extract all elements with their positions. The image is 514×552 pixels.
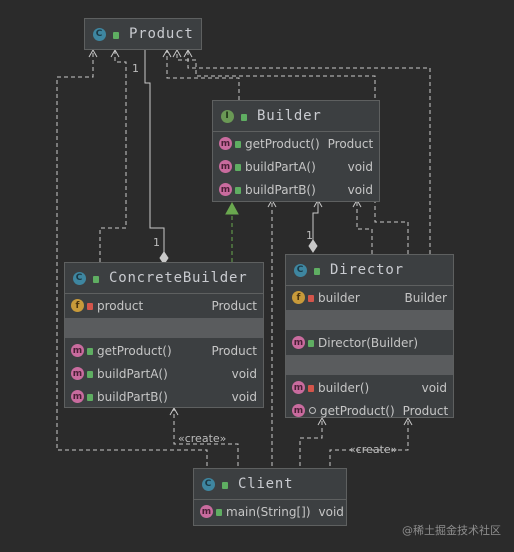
return-type: Product bbox=[327, 136, 374, 151]
package-visibility-icon bbox=[309, 407, 316, 414]
return-type: Product bbox=[211, 343, 257, 358]
client-class[interactable]: C Client m main(String[]) void bbox=[193, 468, 347, 526]
interface-icon: I bbox=[221, 109, 234, 123]
watermark: @稀土掘金技术社区 bbox=[402, 524, 501, 537]
class-name: Builder bbox=[257, 108, 322, 124]
method-row[interactable]: m buildPartA() void bbox=[213, 155, 379, 178]
product-class[interactable]: C Product bbox=[84, 18, 202, 50]
class-name: ConcreteBuilder bbox=[109, 270, 248, 286]
builder-interface[interactable]: I Builder m getProduct() Product m build… bbox=[212, 100, 380, 202]
create-stereotype-label: «create» bbox=[349, 443, 398, 456]
method-icon: m bbox=[292, 381, 305, 394]
constructor-row[interactable]: m Director(Builder) bbox=[286, 331, 453, 354]
public-visibility-icon bbox=[87, 394, 93, 401]
method-name: main(String[]) bbox=[226, 504, 311, 519]
edge-director-to-builder bbox=[312, 200, 319, 240]
multiplicity-label: 1 bbox=[306, 229, 313, 242]
method-name: buildPartA() bbox=[245, 159, 316, 174]
public-visibility-icon bbox=[87, 371, 93, 378]
method-row[interactable]: m buildPartB() void bbox=[65, 385, 263, 408]
public-visibility-icon bbox=[222, 481, 228, 489]
field-icon: f bbox=[71, 299, 84, 312]
field-type: Builder bbox=[404, 290, 447, 305]
edge-concrete-product-composition bbox=[144, 50, 165, 252]
public-visibility-icon bbox=[87, 348, 93, 355]
public-visibility-icon bbox=[241, 113, 247, 121]
method-name: getProduct() bbox=[245, 136, 320, 151]
public-visibility-icon bbox=[216, 509, 222, 516]
constructor-name: Director(Builder) bbox=[318, 335, 419, 350]
method-icon: m bbox=[71, 367, 84, 380]
method-icon: m bbox=[219, 160, 232, 173]
return-type: void bbox=[347, 159, 373, 174]
method-icon: m bbox=[292, 336, 305, 349]
public-visibility-icon bbox=[308, 340, 314, 347]
private-visibility-icon bbox=[87, 303, 93, 310]
method-name: getProduct() bbox=[97, 343, 172, 358]
method-row[interactable]: m getProduct() Product bbox=[65, 339, 263, 362]
return-type: void bbox=[421, 380, 447, 395]
edge-client-to-director bbox=[299, 418, 323, 466]
method-name: buildPartB() bbox=[97, 389, 168, 404]
method-name: builder() bbox=[318, 380, 370, 395]
public-visibility-icon bbox=[235, 141, 241, 148]
public-visibility-icon bbox=[93, 275, 99, 283]
method-row[interactable]: m buildPartA() void bbox=[65, 362, 263, 385]
edge-concrete-to-product bbox=[99, 50, 127, 262]
field-name: product bbox=[97, 298, 144, 313]
compartment-separator bbox=[65, 317, 263, 339]
class-name: Product bbox=[129, 26, 194, 42]
return-type: void bbox=[347, 182, 373, 197]
public-visibility-icon bbox=[314, 267, 320, 275]
director-class[interactable]: C Director f builder Builder m Director(… bbox=[285, 254, 454, 418]
field-icon: f bbox=[292, 291, 305, 304]
method-name: buildPartA() bbox=[97, 366, 168, 381]
edge-client-create-director bbox=[329, 418, 409, 466]
method-icon: m bbox=[219, 183, 232, 196]
public-visibility-icon bbox=[235, 187, 241, 194]
field-row[interactable]: f builder Builder bbox=[286, 286, 453, 309]
method-icon: m bbox=[200, 505, 213, 518]
create-stereotype-label: «create» bbox=[178, 432, 227, 445]
edge-builder-to-product bbox=[166, 50, 240, 100]
compartment-separator bbox=[286, 309, 453, 331]
return-type: void bbox=[318, 504, 344, 519]
method-row[interactable]: m getProduct() Product bbox=[286, 399, 453, 422]
method-row[interactable]: m buildPartB() void bbox=[213, 178, 379, 201]
multiplicity-label: 1 bbox=[153, 236, 160, 249]
method-row[interactable]: m builder() void bbox=[286, 376, 453, 399]
concrete-builder-class[interactable]: C ConcreteBuilder f product Product m ge… bbox=[64, 262, 264, 408]
method-row[interactable]: m getProduct() Product bbox=[213, 132, 379, 155]
class-name: Client bbox=[238, 476, 294, 492]
compartment-separator bbox=[286, 354, 453, 376]
class-icon: C bbox=[202, 477, 215, 491]
field-name: builder bbox=[318, 290, 360, 305]
class-icon: C bbox=[294, 263, 307, 277]
method-icon: m bbox=[219, 137, 232, 150]
class-icon: C bbox=[93, 27, 106, 41]
method-icon: m bbox=[71, 390, 84, 403]
multiplicity-label: 1 bbox=[132, 62, 139, 75]
private-visibility-icon bbox=[308, 295, 314, 302]
public-visibility-icon bbox=[235, 164, 241, 171]
method-icon: m bbox=[71, 344, 84, 357]
edge-director-builder-dash bbox=[356, 200, 373, 254]
private-visibility-icon bbox=[308, 385, 314, 392]
method-name: getProduct() bbox=[320, 403, 395, 418]
return-type: void bbox=[231, 389, 257, 404]
return-type: void bbox=[231, 366, 257, 381]
field-type: Product bbox=[211, 298, 257, 313]
class-icon: C bbox=[73, 271, 86, 285]
public-visibility-icon bbox=[113, 31, 119, 39]
method-name: buildPartB() bbox=[245, 182, 316, 197]
method-icon: m bbox=[292, 404, 305, 417]
realization-arrowhead bbox=[225, 201, 239, 215]
method-row[interactable]: m main(String[]) void bbox=[194, 500, 346, 523]
return-type: Product bbox=[402, 403, 449, 418]
class-name: Director bbox=[330, 262, 404, 278]
field-row[interactable]: f product Product bbox=[65, 294, 263, 317]
